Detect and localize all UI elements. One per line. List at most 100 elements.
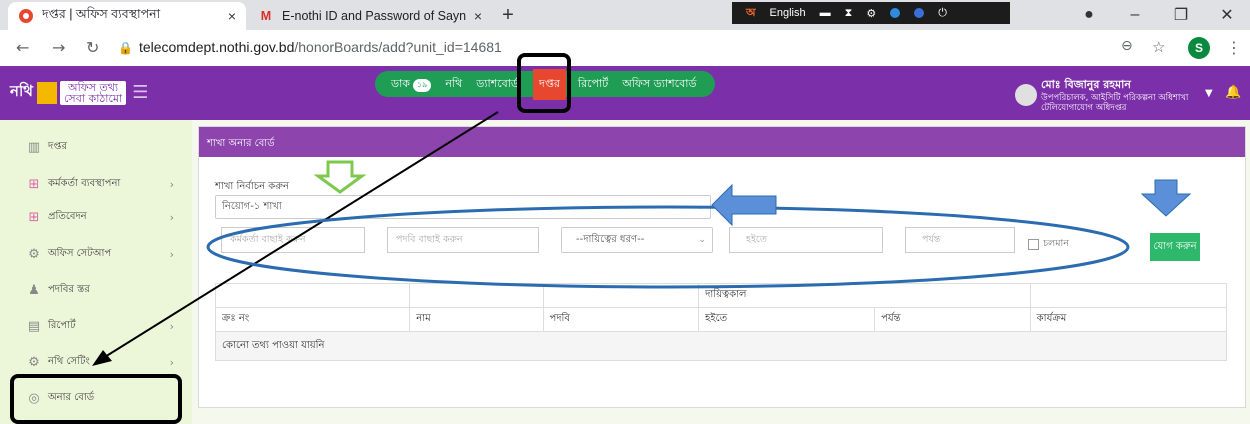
logo-block-icon	[36, 81, 57, 104]
sidebar-item-designation-level[interactable]: ♟ পদবির স্তর	[0, 277, 192, 303]
sidebar-item-label: অফিস সেটআপ	[48, 247, 112, 259]
sidebar-item-label: নথি সেটিং	[48, 355, 90, 367]
reload-icon[interactable]: ↻	[86, 38, 99, 57]
gmail-icon: M	[260, 9, 272, 23]
star-icon[interactable]: ☆	[1152, 38, 1165, 56]
close-window-button[interactable]: ✕	[1204, 5, 1250, 25]
col-to: পর্যন্ত	[874, 307, 1031, 332]
window-controls: ● – ❐ ✕	[1066, 0, 1250, 30]
sidebar-item-report-book[interactable]: ⊞ প্রতিবেদন ›	[0, 204, 192, 230]
org-icon: ⊞	[28, 176, 40, 192]
table-header-row: দায়িত্বকাল	[214, 283, 1228, 308]
app-header: নথি অফিস তথ্য সেবা কাঠামো ☰ ডাক ১৯ নথি ড্য…	[0, 66, 1250, 120]
officer-input[interactable]: কর্মকর্তা বাছাই করুন	[221, 227, 365, 253]
bell-icon[interactable]: 🔔	[1225, 85, 1241, 100]
sidebar-item-report[interactable]: ▤ রিপোর্ট ›	[0, 313, 192, 339]
to-date-input[interactable]: পর্যন্ত	[905, 227, 1015, 253]
app-logo[interactable]: নথি অফিস তথ্য সেবা কাঠামো ☰	[10, 80, 148, 105]
branch-select-label: শাখা নির্বাচন করুন	[215, 181, 289, 192]
main-menu: ডাক ১৯ নথি ড্যাশবোর্ড দপ্তর রিপোর্ট অফিস …	[375, 68, 715, 100]
tab-label: দপ্তর | অফিস ব্যবস্থাপনা	[42, 7, 161, 21]
sidebar-item-label: অনার বোর্ড	[48, 391, 95, 403]
col-from: হইতে	[698, 307, 876, 332]
sidebar-item-officer-management[interactable]: ⊞ কর্মকর্তা ব্যবস্থাপনা ›	[0, 171, 192, 197]
close-tab-icon[interactable]: ×	[474, 8, 482, 24]
chevron-down-icon[interactable]: ▼	[1205, 88, 1213, 99]
menu-dak-label: ডাক	[391, 76, 410, 90]
gear-icon: ⚙	[28, 246, 40, 262]
url-field[interactable]: 🔒 telecomdept.nothi.gov.bd/honorBoards/ad…	[118, 39, 502, 55]
designation-input[interactable]: পদবি বাছাই করুন	[387, 227, 539, 253]
site-favicon-icon	[18, 8, 34, 24]
table-header-cell	[409, 283, 544, 308]
zoom-icon[interactable]: ⊖	[1121, 38, 1133, 54]
minimize-button[interactable]: –	[1112, 6, 1158, 24]
help-icon[interactable]	[914, 8, 925, 18]
branch-select[interactable]: নিয়োগ-১ শাখা ⌄	[215, 195, 711, 219]
col-designation: পদবি	[542, 307, 700, 332]
forward-arrow-icon[interactable]: →	[52, 38, 65, 57]
lock-icon: 🔒	[118, 41, 133, 55]
menu-report[interactable]: রিপোর্ট	[578, 75, 608, 94]
sidebar-item-doptor[interactable]: ▥ দপ্তর	[0, 134, 192, 160]
power-icon[interactable]: ⏻	[938, 7, 947, 20]
from-date-placeholder: হইতে	[746, 233, 767, 245]
ie-icon[interactable]	[890, 8, 901, 18]
kebab-menu-icon[interactable]: ⋮	[1226, 38, 1242, 57]
ongoing-checkbox[interactable]: চলমান	[1028, 237, 1069, 252]
menu-dak[interactable]: ডাক ১৯	[391, 75, 432, 94]
chevron-right-icon: ›	[169, 177, 174, 191]
sidebar-item-label: কর্মকর্তা ব্যবস্থাপনা	[48, 177, 121, 189]
sidebar-item-label: দপ্তর	[48, 140, 67, 152]
account-circle-icon[interactable]: ●	[1066, 6, 1112, 24]
language-toolbar: অ English ▬ ⧗ ⚙ ⏻	[732, 2, 1010, 24]
sidebar-item-label: প্রতিবেদন	[48, 210, 87, 222]
checkbox-box[interactable]	[1028, 239, 1039, 250]
branch-select-value: নিয়োগ-১ শাখা	[222, 200, 282, 212]
bangla-input-icon[interactable]: অ	[746, 4, 756, 23]
sidebar-item-nothi-setting[interactable]: ⚙ নথি সেটিং ›	[0, 349, 192, 375]
responsibility-type-select[interactable]: --দায়িত্বের ধরণ-- ⌄	[561, 227, 713, 253]
sidebar: ▥ দপ্তর ⊞ কর্মকর্তা ব্যবস্থাপনা › ⊞ প্রত…	[0, 120, 192, 424]
menu-doptor[interactable]: দপ্তর	[533, 68, 566, 100]
honor-icon: ◎	[28, 390, 40, 406]
chevron-right-icon: ›	[169, 319, 174, 333]
back-arrow-icon[interactable]: ←	[16, 38, 29, 57]
sidebar-item-label: পদবির স্তর	[48, 283, 90, 295]
user-menu[interactable]: মোঃ বিজানুর রহমান উপপরিচালক, আইসিটি পরিক…	[1015, 74, 1245, 114]
minimize-bar-icon[interactable]: ▬	[820, 7, 831, 19]
tab-office-management[interactable]: দপ্তর | অফিস ব্যবস্থাপনা ×	[8, 2, 246, 30]
logo-text: অফিস তথ্য সেবা কাঠামো	[59, 80, 127, 105]
user-role: উপপরিচালক, আইসিটি পরিকল্পনা অধিশাখা টেলি…	[1041, 93, 1189, 113]
tab-label: E-nothi ID and Password of Sayn	[282, 9, 467, 23]
to-date-placeholder: পর্যন্ত	[922, 233, 941, 245]
menu-office-dashboard[interactable]: অফিস ড্যাশবোর্ড	[622, 75, 696, 94]
maximize-button[interactable]: ❐	[1158, 5, 1204, 25]
col-serial: ক্রঃ নং	[214, 307, 411, 332]
sidebar-item-honor-board[interactable]: ◎ অনার বোর্ড	[0, 385, 192, 411]
add-button[interactable]: যোগ করুন	[1150, 233, 1200, 261]
from-date-input[interactable]: হইতে	[729, 227, 883, 253]
chevron-right-icon: ›	[169, 355, 174, 369]
close-tab-icon[interactable]: ×	[228, 8, 236, 24]
address-bar: ← → ↻ 🔒 telecomdept.nothi.gov.bd/honorBoa…	[0, 30, 1250, 67]
menu-dashboard[interactable]: ড্যাশবোর্ড	[476, 75, 519, 94]
new-tab-button[interactable]: +	[496, 4, 520, 26]
logo-nothi-text: নথি	[10, 82, 33, 100]
table-row: কোনো তথ্য পাওয়া যায়নি	[215, 331, 1227, 361]
settings-icon: ⚙	[28, 354, 40, 370]
building-icon: ▥	[27, 139, 41, 155]
chevron-down-icon: ⌄	[696, 202, 704, 212]
menu-nothi[interactable]: নথি	[445, 75, 462, 94]
org-icon: ⊞	[28, 209, 40, 225]
language-label[interactable]: English	[770, 7, 806, 19]
tab-gmail[interactable]: M E-nothi ID and Password of Sayn ×	[248, 2, 492, 30]
profile-avatar[interactable]: S	[1188, 37, 1210, 59]
gear-icon[interactable]: ⚙	[866, 7, 876, 20]
sidebar-item-office-setup[interactable]: ⚙ অফিস সেটআপ ›	[0, 241, 192, 267]
hourglass-icon[interactable]: ⧗	[845, 7, 853, 20]
table-header-cell	[1029, 283, 1228, 308]
hamburger-icon[interactable]: ☰	[132, 82, 148, 103]
panel-title: শাখা অনার বোর্ড	[207, 138, 275, 149]
chevron-right-icon: ›	[169, 210, 174, 224]
